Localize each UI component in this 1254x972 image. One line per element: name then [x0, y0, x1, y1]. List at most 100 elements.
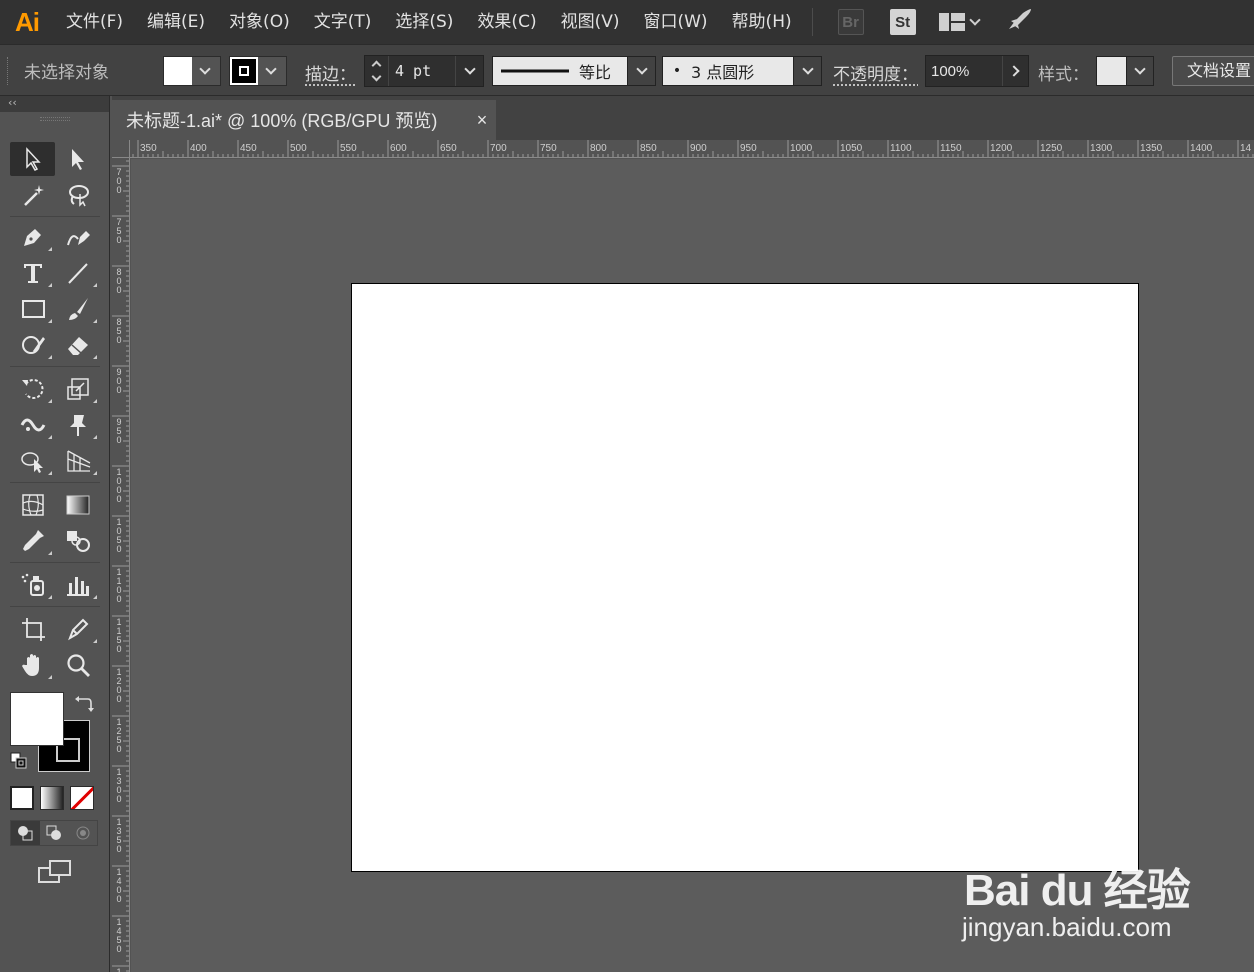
- lasso-tool[interactable]: [55, 178, 100, 212]
- color-mode-group: [10, 786, 94, 810]
- ruler-label: 900: [116, 367, 122, 395]
- menu-select[interactable]: 选择(S): [383, 0, 465, 44]
- eyedropper-tool[interactable]: [10, 524, 55, 558]
- gradient-tool[interactable]: [55, 488, 100, 522]
- draw-behind-icon[interactable]: [40, 821, 69, 845]
- chevron-down-icon[interactable]: [455, 56, 483, 86]
- menu-view[interactable]: 视图(V): [549, 0, 632, 44]
- draw-inside-icon[interactable]: [68, 821, 97, 845]
- opacity-label[interactable]: 不透明度：: [833, 60, 918, 85]
- stock-button[interactable]: St: [889, 9, 916, 35]
- menu-window[interactable]: 窗口(W): [631, 0, 719, 44]
- none-mode-button[interactable]: [70, 786, 94, 810]
- menu-help[interactable]: 帮助(H): [720, 0, 804, 44]
- menu-type[interactable]: 文字(T): [302, 0, 384, 44]
- zoom-tool[interactable]: [55, 648, 100, 682]
- workspace-switcher[interactable]: [938, 13, 981, 31]
- panel-grip[interactable]: [0, 112, 109, 126]
- eraser-tool[interactable]: [55, 328, 100, 362]
- scale-tool[interactable]: [55, 372, 100, 406]
- ruler-label: 1350: [116, 817, 122, 854]
- opacity-value[interactable]: 100%: [926, 63, 1002, 80]
- color-mode-button[interactable]: [10, 786, 34, 810]
- rotate-tool[interactable]: [10, 372, 55, 406]
- pen-tool[interactable]: [10, 220, 55, 254]
- horizontal-ruler[interactable]: 350 400 450 500 550 600 650 700 750 800 850 900 950 1…: [130, 140, 1254, 158]
- stroke-weight-stepper[interactable]: [365, 56, 389, 86]
- symbol-sprayer-tool[interactable]: [10, 568, 55, 602]
- width-icon: [20, 418, 45, 432]
- stroke-weight-value[interactable]: 4 pt: [389, 62, 455, 80]
- ruler-label: 400: [190, 143, 207, 154]
- artboard-tool[interactable]: [10, 612, 55, 646]
- bridge-button[interactable]: Br: [837, 9, 864, 35]
- column-graph-icon: [66, 577, 89, 596]
- stroke-weight-field[interactable]: 4 pt: [364, 55, 484, 87]
- vertical-ruler[interactable]: 700 750 800 850 900 950 1000 1050 1100 1150 1200 12…: [112, 158, 130, 972]
- tools-panel: ‹‹: [0, 96, 110, 972]
- ruler-label: 500: [290, 143, 307, 154]
- menu-effect[interactable]: 效果(C): [465, 0, 548, 44]
- toolbar-divider: [10, 366, 100, 367]
- ruler-label: 900: [690, 143, 707, 154]
- fill-color-swatch[interactable]: [10, 692, 64, 746]
- puppet-warp-tool[interactable]: [55, 408, 100, 442]
- ruler-label: 600: [390, 143, 407, 154]
- artboard[interactable]: [351, 283, 1139, 872]
- width-tool[interactable]: [10, 408, 55, 442]
- ruler-label: 950: [740, 143, 757, 154]
- chevron-down-icon: [258, 57, 284, 85]
- swap-fill-stroke-icon[interactable]: [74, 694, 94, 718]
- graphic-style-dropdown[interactable]: [1096, 56, 1154, 86]
- variable-width-profile[interactable]: 等比: [492, 56, 656, 86]
- screen-mode-icon[interactable]: [38, 860, 72, 888]
- column-graph-tool[interactable]: [55, 568, 100, 602]
- paintbrush-tool[interactable]: [55, 292, 100, 326]
- default-fill-stroke-icon[interactable]: [10, 752, 28, 774]
- ruler-label: 1250: [116, 717, 122, 754]
- brush-definition[interactable]: • 3 点圆形: [662, 56, 822, 86]
- ruler-label: 650: [440, 143, 457, 154]
- rectangle-tool[interactable]: [10, 292, 55, 326]
- menu-file[interactable]: 文件(F): [54, 0, 135, 44]
- tab-document[interactable]: 未标题-1.ai* @ 100% (RGB/GPU 预览) ×: [112, 100, 496, 140]
- selection-tool[interactable]: [10, 142, 55, 176]
- document-setup-button[interactable]: 文档设置: [1172, 56, 1254, 86]
- ruler-origin[interactable]: [112, 140, 130, 158]
- opacity-field[interactable]: 100%: [925, 55, 1029, 87]
- perspective-grid-tool[interactable]: [55, 444, 100, 478]
- shaper-tool[interactable]: [10, 328, 55, 362]
- stroke-swatch-dropdown[interactable]: [229, 56, 287, 86]
- type-tool[interactable]: [10, 256, 55, 290]
- curvature-tool[interactable]: [55, 220, 100, 254]
- magic-wand-icon: [23, 185, 44, 206]
- draw-normal-icon[interactable]: [11, 821, 40, 845]
- slice-tool[interactable]: [55, 612, 100, 646]
- collapse-panel-button[interactable]: ‹‹: [0, 96, 109, 112]
- chevron-down-icon: [192, 57, 218, 85]
- ruler-label: 350: [140, 143, 157, 154]
- blend-tool[interactable]: [55, 524, 100, 558]
- direct-selection-tool[interactable]: [55, 142, 100, 176]
- gradient-mode-button[interactable]: [40, 786, 64, 810]
- rocket-icon[interactable]: [1005, 7, 1033, 37]
- close-icon[interactable]: ×: [468, 110, 496, 131]
- stroke-line-icon: [501, 69, 569, 73]
- chevron-right-icon[interactable]: [1002, 56, 1028, 86]
- ruler-label: 450: [240, 143, 257, 154]
- stroke-label[interactable]: 描边：: [305, 60, 356, 85]
- panel-grip[interactable]: [7, 57, 9, 85]
- menu-object[interactable]: 对象(O): [217, 0, 302, 44]
- fill-swatch-dropdown[interactable]: [163, 56, 221, 86]
- ruler-label: 1050: [840, 143, 863, 154]
- illustrator-window: Ai 文件(F) 编辑(E) 对象(O) 文字(T) 选择(S) 效果(C) 视…: [0, 0, 1254, 972]
- line-segment-tool[interactable]: [55, 256, 100, 290]
- stroke-swatch: [230, 57, 258, 85]
- shape-builder-tool[interactable]: [10, 444, 55, 478]
- baidu-jingyan-watermark: Bai du 经验 jingyan.baidu.com: [958, 832, 1198, 952]
- hand-tool[interactable]: [10, 648, 55, 682]
- mesh-tool[interactable]: [10, 488, 55, 522]
- toolbar-divider: [10, 216, 100, 217]
- menu-edit[interactable]: 编辑(E): [135, 0, 217, 44]
- magic-wand-tool[interactable]: [10, 178, 55, 212]
